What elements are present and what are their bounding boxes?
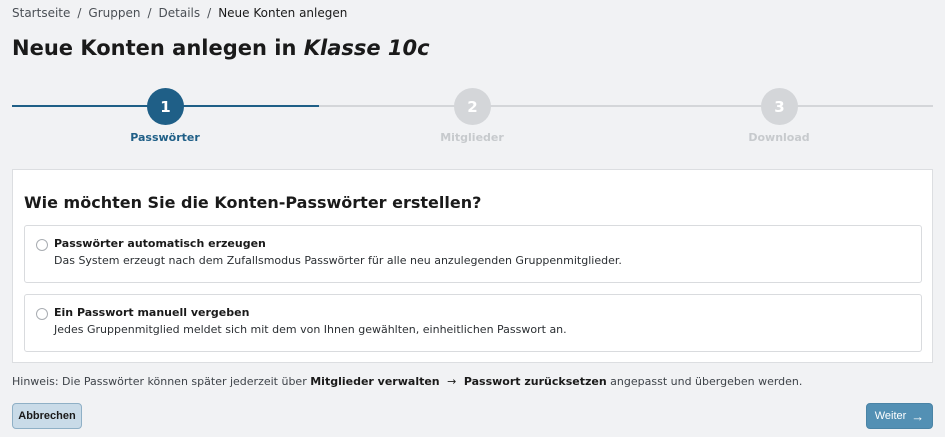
option-description: Das System erzeugt nach dem Zufallsmodus… (54, 254, 622, 267)
step-3-label: Download (748, 131, 810, 144)
page-title-prefix: Neue Konten anlegen in (12, 36, 297, 60)
next-button[interactable]: Weiter → (866, 403, 933, 429)
step-3-circle: 3 (761, 88, 798, 125)
option-description: Jedes Gruppenmitglied meldet sich mit de… (54, 323, 567, 336)
page-title-class-name: Klasse 10c (303, 36, 430, 60)
breadcrumb-separator: / (147, 6, 152, 20)
cancel-button[interactable]: Abbrechen (12, 403, 82, 429)
stepper-track-pending (319, 105, 933, 107)
hint-link-reset-password: Passwort zurücksetzen (463, 375, 607, 388)
step-1-label: Passwörter (130, 131, 200, 144)
password-method-card: Wie möchten Sie die Konten-Passwörter er… (12, 169, 933, 363)
step-2-label: Mitglieder (440, 131, 504, 144)
card-heading: Wie möchten Sie die Konten-Passwörter er… (24, 193, 482, 212)
radio-auto-generate[interactable] (36, 239, 48, 251)
hint-text: Hinweis: Die Passwörter können später je… (12, 375, 802, 388)
breadcrumb-item-current: Neue Konten anlegen (218, 6, 348, 20)
breadcrumb-item-startseite[interactable]: Startseite (12, 6, 70, 20)
hint-prefix: Hinweis: Die Passwörter können später je… (12, 375, 307, 388)
page: Startseite / Gruppen / Details / Neue Ko… (0, 0, 945, 437)
breadcrumb-separator: / (207, 6, 212, 20)
stepper: 1 Passwörter 2 Mitglieder 3 Download (0, 88, 945, 148)
radio-manual-password[interactable] (36, 308, 48, 320)
option-title: Ein Passwort manuell vergeben (54, 306, 250, 319)
breadcrumb-separator: / (77, 6, 82, 20)
hint-suffix: angepasst und übergeben werden. (610, 375, 803, 388)
step-2-circle: 2 (454, 88, 491, 125)
hint-link-members: Mitglieder verwalten (310, 375, 440, 388)
breadcrumb-item-details[interactable]: Details (159, 6, 201, 20)
page-title: Neue Konten anlegen in Klasse 10c (12, 36, 430, 60)
option-auto-generate[interactable]: Passwörter automatisch erzeugen Das Syst… (24, 225, 922, 283)
arrow-right-icon: → (447, 375, 457, 388)
breadcrumb: Startseite / Gruppen / Details / Neue Ko… (12, 6, 347, 20)
next-button-label: Weiter (874, 410, 907, 422)
cancel-button-label: Abbrechen (18, 410, 76, 422)
option-title: Passwörter automatisch erzeugen (54, 237, 266, 250)
breadcrumb-item-gruppen[interactable]: Gruppen (88, 6, 140, 20)
arrow-right-icon: → (911, 408, 925, 424)
option-manual-password[interactable]: Ein Passwort manuell vergeben Jedes Grup… (24, 294, 922, 352)
step-1-circle: 1 (147, 88, 184, 125)
